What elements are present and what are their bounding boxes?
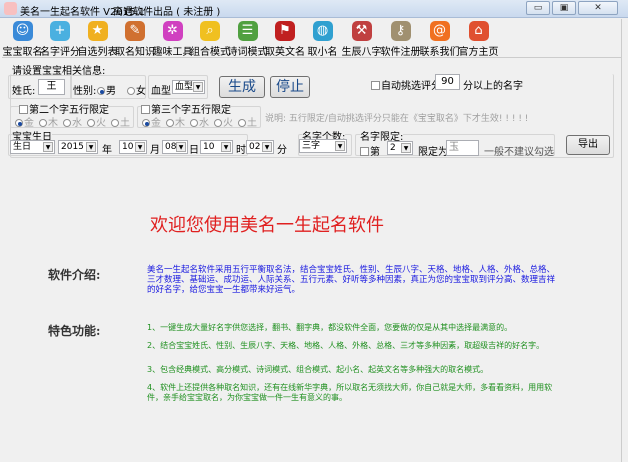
intro-title: 软件介绍: bbox=[48, 268, 101, 282]
gender-female-radio[interactable]: 女 bbox=[127, 82, 146, 97]
limit-hint: 一般不建议勾选 bbox=[484, 147, 554, 158]
element-radio[interactable]: 火 bbox=[87, 114, 106, 129]
window-subtitle: 高遇软件出品 ( 未注册 ) bbox=[113, 7, 221, 18]
note-text: 说明: 五行限定/自动挑选评分只能在《宝宝取名》下才生效! ! ! ! ! bbox=[265, 114, 529, 124]
baby-users-icon: ☺ bbox=[12, 21, 33, 41]
month-unit: 月 bbox=[150, 145, 160, 156]
element-radio[interactable]: 火 bbox=[214, 114, 233, 129]
toolbar-button-11[interactable]: @ 联系我们 bbox=[420, 19, 460, 58]
toolbar-label: 官方主页 bbox=[458, 47, 499, 58]
hour-unit: 时 bbox=[236, 145, 246, 156]
count-select[interactable]: 三字 ▼ bbox=[299, 139, 347, 153]
tools-icon: ⚒ bbox=[351, 21, 372, 41]
limit-position-select[interactable]: 2 ▼ bbox=[387, 141, 413, 155]
intro-text: 美名一生起名软件采用五行平衡取名法，结合宝宝姓氏、性别、生辰八字、天格、地格、人… bbox=[147, 265, 556, 295]
title-bar: 美名一生起名软件 V2015.1 高遇软件出品 ( 未注册 ) ▭ ▣ ✕ bbox=[0, 0, 628, 18]
toolbar-button-4[interactable]: ✲ 趣味工具 bbox=[153, 19, 193, 58]
element-radio[interactable]: 土 bbox=[111, 114, 130, 129]
blood-label: 血型: bbox=[151, 86, 175, 97]
star-icon: ★ bbox=[87, 21, 108, 41]
window-border bbox=[621, 19, 628, 462]
minute-select[interactable]: 02 ▼ bbox=[246, 140, 274, 154]
toolbar-button-5[interactable]: ⌕ 组合模式 bbox=[190, 19, 230, 58]
blood-select[interactable]: 血型 ▼ bbox=[172, 80, 205, 94]
limit-checkbox[interactable]: 第 bbox=[360, 143, 380, 158]
flag-icon: ⚑ bbox=[275, 21, 295, 41]
auto-score-input[interactable]: 90 bbox=[435, 74, 460, 90]
element-radio[interactable]: 金 bbox=[142, 114, 161, 129]
feature-item: 3、包含经典模式、高分模式、诗词模式、组合模式、起小名、起英文名等多种强大的取名… bbox=[147, 365, 489, 374]
clipboard-icon: ✎ bbox=[125, 21, 145, 41]
globe-person-icon: ◍ bbox=[312, 21, 333, 41]
stop-button[interactable]: 停止 bbox=[270, 76, 310, 98]
element-radio[interactable]: 木 bbox=[166, 114, 185, 129]
day-select[interactable]: 08 ▼ bbox=[162, 140, 188, 154]
element-radio[interactable]: 水 bbox=[190, 114, 209, 129]
toolbar-button-9[interactable]: ⚒ 生辰八字 bbox=[342, 19, 382, 58]
close-button[interactable]: ✕ bbox=[578, 1, 618, 15]
score-person-icon: + bbox=[50, 21, 70, 41]
toolbar-button-3[interactable]: ✎ 取名知识 bbox=[115, 19, 155, 58]
toolbar: ☺ 宝宝取名 + 名字评分 ★ 自选列表 ✎ 取名知识 ✲ 趣味工具 ⌕ 组合模式 ☰ 诗词模式 ⚑ 取英文名… bbox=[2, 19, 622, 58]
maximize-button[interactable]: ▣ bbox=[552, 1, 576, 15]
toolbar-button-12[interactable]: ⌂ 官方主页 bbox=[459, 19, 499, 58]
gender-male-radio[interactable]: 男 bbox=[97, 82, 116, 97]
gender-label: 性别: bbox=[73, 86, 97, 97]
day-unit: 日 bbox=[189, 145, 199, 156]
toolbar-button-10[interactable]: ⚷ 软件注册 bbox=[381, 19, 421, 58]
feature-item: 1、一键生成大量好名字供您选择，翻书、翻字典，都没软件全面，您要做的仅是从其中选… bbox=[147, 323, 513, 332]
year-select[interactable]: 2015 ▼ bbox=[58, 140, 98, 154]
toolbar-button-0[interactable]: ☺ 宝宝取名 bbox=[3, 19, 43, 58]
toolbar-button-1[interactable]: + 名字评分 bbox=[40, 19, 80, 58]
element-radio[interactable]: 土 bbox=[238, 114, 257, 129]
welcome-heading: 欢迎您使用美名一生起名软件 bbox=[150, 215, 384, 236]
toolbar-button-7[interactable]: ⚑ 取英文名 bbox=[265, 19, 305, 58]
contact-icon: @ bbox=[429, 21, 450, 41]
gear-icon: ✲ bbox=[162, 21, 183, 41]
generate-button[interactable]: 生成 bbox=[219, 76, 265, 98]
limit-as-label: 限定为 bbox=[418, 147, 448, 158]
element-radio[interactable]: 水 bbox=[63, 114, 82, 129]
magnifier-icon: ⌕ bbox=[200, 21, 220, 41]
toolbar-button-8[interactable]: ◍ 取小名 bbox=[304, 19, 341, 58]
features-title: 特色功能: bbox=[48, 324, 101, 338]
minimize-button[interactable]: ▭ bbox=[526, 1, 550, 15]
export-button[interactable]: 导出 bbox=[566, 135, 610, 155]
element-radio[interactable]: 金 bbox=[15, 114, 34, 129]
app-icon bbox=[4, 2, 17, 15]
calendar-select[interactable]: 生日 ▼ bbox=[10, 140, 55, 154]
year-unit: 年 bbox=[102, 145, 112, 156]
minute-unit: 分 bbox=[277, 145, 287, 156]
feature-item: 4、软件上还提供各种取名知识，还有在线新华字典，所以取名无须找大师，你自己就是大… bbox=[147, 383, 553, 402]
element-radio[interactable]: 木 bbox=[39, 114, 58, 129]
reader-icon: ☰ bbox=[237, 21, 258, 41]
toolbar-button-6[interactable]: ☰ 诗词模式 bbox=[228, 19, 268, 58]
month-select[interactable]: 10 ▼ bbox=[119, 140, 147, 154]
home-icon: ⌂ bbox=[468, 21, 489, 41]
surname-label: 姓氏: bbox=[12, 86, 36, 97]
feature-item: 2、结合宝宝姓氏、性别、生辰八字、天格、地格、人格、外格、总格、三才等多种因素，… bbox=[147, 341, 545, 350]
keys-icon: ⚷ bbox=[390, 21, 411, 41]
auto-score-suffix: 分以上的名字 bbox=[463, 81, 523, 92]
limit-char-input[interactable]: 玉 bbox=[446, 140, 479, 156]
hour-select[interactable]: 10 ▼ bbox=[200, 140, 233, 154]
surname-input[interactable]: 王 bbox=[38, 79, 65, 95]
toolbar-button-2[interactable]: ★ 自选列表 bbox=[78, 19, 118, 58]
